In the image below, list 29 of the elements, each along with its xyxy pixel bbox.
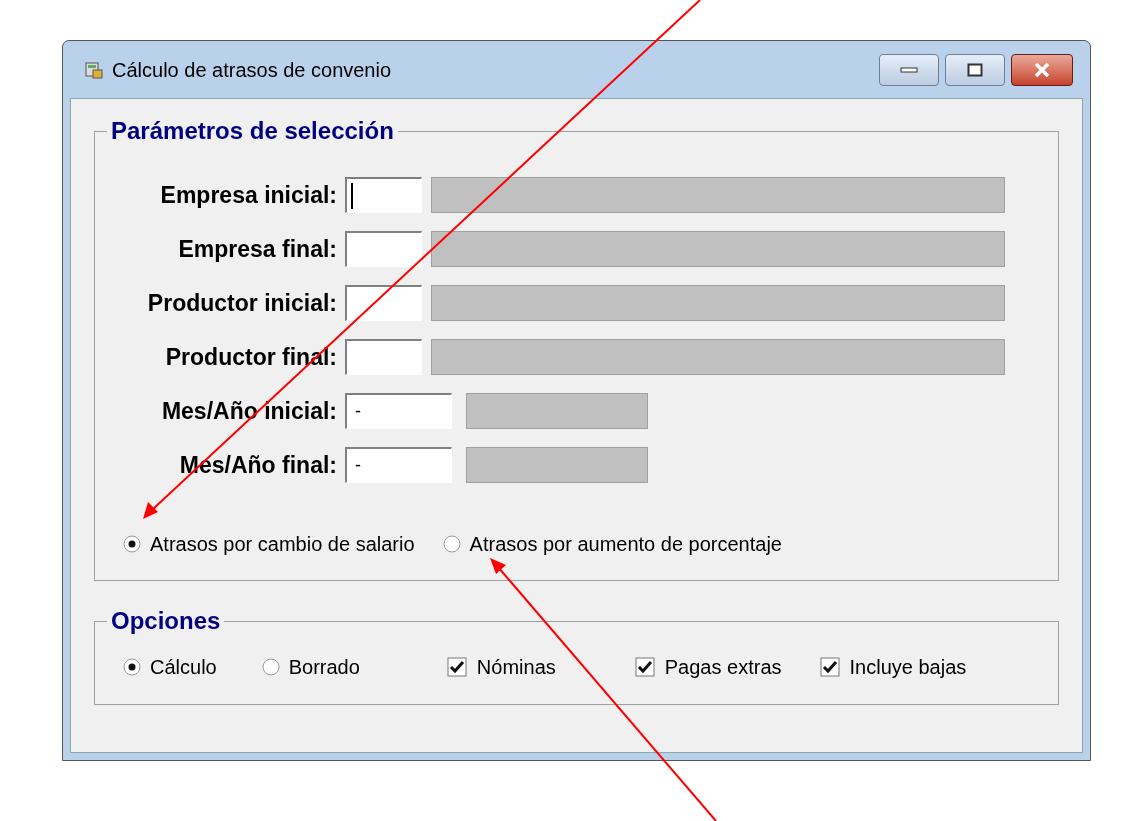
field-value: - [355, 454, 361, 477]
input-field[interactable] [345, 177, 422, 213]
minimize-icon [900, 66, 918, 73]
input-field[interactable]: - [345, 447, 452, 483]
input-field[interactable] [345, 285, 422, 321]
checkbox[interactable]: Incluye bajas [819, 652, 967, 682]
maximize-icon [967, 62, 983, 77]
input-field[interactable] [345, 231, 422, 267]
radio-button[interactable]: Cálculo [123, 652, 217, 682]
field-value: - [355, 400, 361, 423]
field-label: Productor inicial: [146, 288, 338, 318]
group-title: Opciones [110, 608, 222, 634]
radio-button[interactable]: Borrado [261, 652, 360, 682]
field-label: Empresa final: [177, 234, 338, 264]
radio-button[interactable]: Atrasos por aumento de porcentaje [442, 529, 782, 559]
maximize-button[interactable] [945, 53, 1005, 86]
minimize-button[interactable] [879, 53, 939, 86]
input-field[interactable]: - [345, 393, 452, 429]
radio-button[interactable]: Atrasos por cambio de salario [123, 529, 415, 559]
group-title: Parámetros de selección [110, 118, 395, 144]
app-icon [84, 59, 104, 80]
field-label: Mes/Año inicial: [160, 396, 338, 426]
checkbox[interactable]: Nóminas [446, 652, 556, 682]
window-title: Cálculo de atrasos de convenio [112, 57, 392, 83]
checkbox[interactable]: Pagas extras [634, 652, 782, 682]
close-button[interactable] [1011, 53, 1073, 86]
field-label: Empresa inicial: [159, 180, 338, 210]
close-icon [1033, 61, 1051, 78]
input-field[interactable] [345, 339, 422, 375]
